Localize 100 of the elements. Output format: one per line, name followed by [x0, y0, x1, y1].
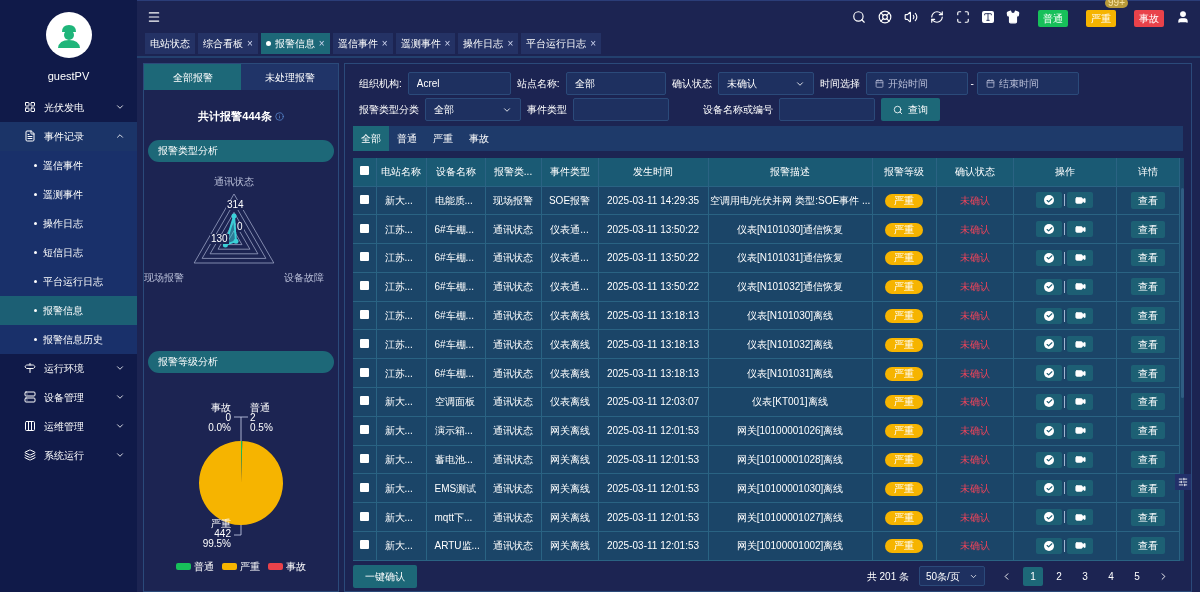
fullscreen-icon[interactable] — [956, 10, 970, 24]
end-date-field[interactable]: 结束时间 — [976, 72, 1079, 95]
view-button[interactable]: 查看 — [1130, 508, 1165, 526]
view-button[interactable]: 查看 — [1130, 364, 1165, 382]
submenu-item[interactable]: 操作日志 — [0, 208, 137, 238]
page-tab[interactable]: 操作日志 × — [458, 33, 519, 54]
submenu-item[interactable]: 平台运行日志 — [0, 266, 137, 296]
row-checkbox[interactable] — [359, 252, 369, 262]
page-button[interactable]: 3 — [1075, 566, 1095, 586]
close-icon[interactable]: × — [381, 36, 388, 51]
confirm-button[interactable] — [1036, 509, 1062, 526]
menu-item[interactable]: 系统运行 — [0, 440, 137, 470]
video-button[interactable] — [1067, 393, 1093, 410]
search-icon[interactable] — [852, 10, 866, 24]
confirm-button[interactable] — [1036, 336, 1062, 353]
level-tab[interactable]: 普通 — [389, 126, 425, 151]
view-button[interactable]: 查看 — [1130, 422, 1165, 440]
page-tab[interactable]: 报警信息 × — [260, 33, 330, 54]
row-checkbox[interactable] — [359, 367, 369, 377]
close-icon[interactable]: × — [507, 36, 514, 51]
submenu-item[interactable]: 报警信息 — [0, 295, 137, 325]
view-button[interactable]: 查看 — [1130, 191, 1165, 209]
page-tab[interactable]: 综合看板 × — [198, 33, 258, 54]
row-checkbox[interactable] — [359, 166, 369, 176]
submenu-item[interactable]: 短信日志 — [0, 237, 137, 267]
video-button[interactable] — [1067, 451, 1093, 468]
info-icon[interactable] — [274, 111, 284, 121]
row-checkbox[interactable] — [359, 482, 369, 492]
row-checkbox[interactable] — [359, 511, 369, 521]
view-button[interactable]: 查看 — [1130, 249, 1165, 267]
video-button[interactable] — [1067, 480, 1093, 497]
row-checkbox[interactable] — [359, 223, 369, 233]
row-checkbox[interactable] — [359, 310, 369, 320]
row-checkbox[interactable] — [359, 338, 369, 348]
confirm-button[interactable] — [1036, 422, 1062, 439]
close-icon[interactable]: × — [444, 36, 451, 51]
confirm-button[interactable] — [1036, 278, 1062, 295]
page-button[interactable]: 1 — [1023, 566, 1043, 586]
video-button[interactable] — [1067, 509, 1093, 526]
submenu-item[interactable]: 遥测事件 — [0, 179, 137, 209]
site-field[interactable]: 全部 — [565, 72, 666, 95]
video-button[interactable] — [1067, 537, 1093, 554]
view-button[interactable]: 查看 — [1130, 451, 1165, 469]
status-select[interactable]: 未确认 — [717, 72, 814, 95]
start-date-field[interactable]: 开始时间 — [865, 72, 968, 95]
view-button[interactable]: 查看 — [1130, 393, 1165, 411]
video-button[interactable] — [1067, 307, 1093, 324]
confirm-button[interactable] — [1036, 393, 1062, 410]
view-button[interactable]: 查看 — [1130, 335, 1165, 353]
view-button[interactable]: 查看 — [1130, 220, 1165, 238]
close-icon[interactable]: × — [247, 36, 253, 51]
confirm-button[interactable] — [1036, 307, 1062, 324]
view-button[interactable]: 查看 — [1130, 479, 1165, 497]
shirt-icon[interactable] — [1006, 10, 1020, 24]
speaker-icon[interactable] — [904, 10, 918, 24]
summary-tab[interactable]: 全部报警 — [144, 64, 241, 90]
confirm-all-button[interactable]: 一键确认 — [353, 564, 417, 588]
event-type-field[interactable] — [573, 98, 669, 121]
page-tab[interactable]: 平台运行日志 × — [521, 33, 602, 54]
category-select[interactable]: 全部 — [425, 98, 521, 121]
summary-tab[interactable]: 未处理报警 — [241, 64, 338, 90]
page-size-select[interactable]: 50条/页 — [919, 566, 985, 587]
page-tab[interactable]: 电站状态 — [145, 33, 195, 54]
confirm-button[interactable] — [1036, 250, 1062, 266]
submenu-item[interactable]: 报警信息历史 — [0, 324, 137, 354]
menu-icon[interactable] — [147, 10, 161, 24]
device-field[interactable] — [779, 98, 875, 121]
user-avatar[interactable] — [45, 12, 92, 58]
confirm-button[interactable] — [1036, 192, 1062, 209]
menu-item[interactable]: 光伏发电 — [0, 92, 137, 122]
confirm-button[interactable] — [1036, 451, 1062, 468]
close-icon[interactable]: × — [590, 36, 597, 51]
user-icon[interactable] — [1176, 10, 1190, 24]
page-button[interactable]: 4 — [1101, 566, 1121, 586]
font-size-icon[interactable] — [982, 11, 994, 23]
level-tab[interactable]: 事故 — [461, 126, 497, 151]
page-tab[interactable]: 遥测事件 × — [395, 33, 456, 54]
alert-button[interactable]: 事故 — [1134, 10, 1164, 27]
settings-button[interactable] — [1175, 474, 1191, 490]
row-checkbox[interactable] — [359, 281, 369, 291]
level-tab[interactable]: 严重 — [425, 126, 461, 151]
confirm-button[interactable] — [1036, 221, 1062, 238]
video-button[interactable] — [1067, 278, 1093, 295]
view-button[interactable]: 查看 — [1130, 278, 1165, 296]
scrollbar[interactable] — [1179, 158, 1184, 561]
search-button[interactable]: 查询 — [881, 98, 940, 121]
page-button[interactable]: 2 — [1049, 566, 1069, 586]
refresh-icon[interactable] — [930, 10, 944, 24]
menu-item[interactable]: 事件记录 — [0, 121, 137, 151]
confirm-button[interactable] — [1036, 480, 1062, 497]
video-button[interactable] — [1067, 422, 1093, 439]
lifebuoy-icon[interactable] — [878, 10, 892, 24]
view-button[interactable]: 查看 — [1130, 537, 1165, 555]
level-tab[interactable]: 全部 — [353, 126, 389, 151]
submenu-item[interactable]: 遥信事件 — [0, 150, 137, 180]
menu-item[interactable]: 运行环境 — [0, 353, 137, 383]
view-button[interactable]: 查看 — [1130, 307, 1165, 325]
video-button[interactable] — [1067, 250, 1093, 266]
confirm-button[interactable] — [1036, 365, 1062, 382]
org-field[interactable]: Acrel — [407, 72, 511, 95]
